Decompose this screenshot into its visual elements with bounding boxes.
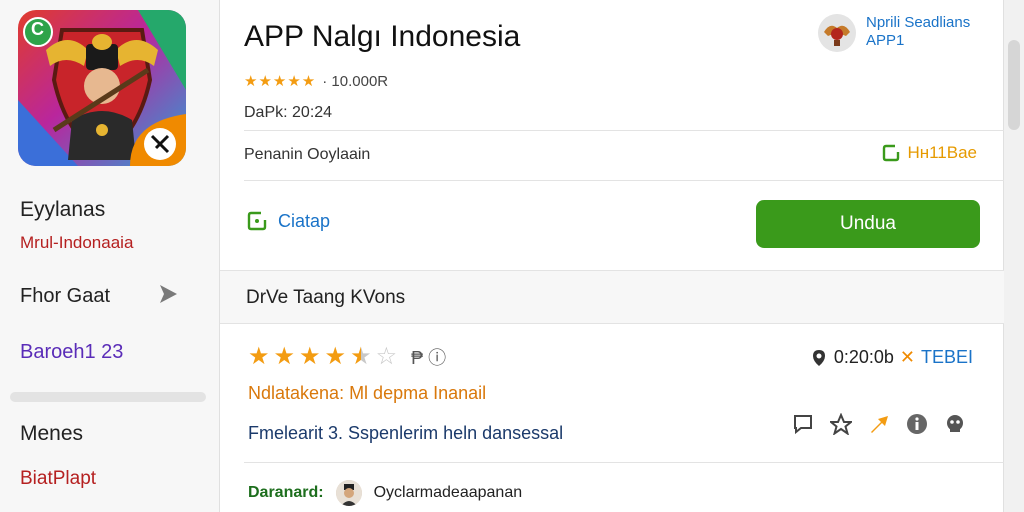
sidebar-divider [10, 392, 206, 402]
app-detail-card: APP Nalgı Indonesia ★★★★★ · 10.000R DaPk… [220, 0, 1004, 512]
divider [244, 180, 1004, 181]
review-meta-tag[interactable]: TEBEI [921, 347, 973, 368]
review-meta-value: 0:20:0b [833, 347, 894, 367]
star-half-icon: ★ [350, 343, 372, 370]
app-icon-badge: C [31, 19, 44, 39]
section-header: DrVe Taang KVons [220, 270, 1004, 324]
info-icon[interactable] [905, 412, 929, 436]
install-button[interactable]: Undua [756, 200, 980, 248]
publisher-sub: APP1 [866, 32, 905, 49]
review-body: Fmelearit 3. Sspenlerim heln dansessal [248, 423, 564, 443]
more-icon[interactable] [943, 412, 967, 436]
size-badge: Hн11Bae [881, 143, 977, 163]
pin-icon [812, 349, 825, 366]
open-icon [247, 211, 267, 231]
sidebar-row-label[interactable]: Fhor Gaat [20, 285, 110, 308]
star-icon: ★ [248, 343, 270, 370]
release-date: DaPk: 20:24 [244, 104, 333, 121]
user-avatar [335, 480, 362, 506]
close-icon[interactable]: ✕ [900, 347, 915, 368]
sidebar-menu-label[interactable]: Menes [20, 422, 83, 446]
divider [244, 462, 1004, 463]
review-extra-symbols: ₱ ⓘ [411, 348, 447, 368]
scrollbar[interactable] [1004, 0, 1024, 512]
publisher-name: Nprili Seadlians [866, 14, 971, 31]
sidebar-title: Eyylanas [20, 198, 106, 221]
open-link[interactable]: Ciatap [246, 210, 330, 232]
star-outline-icon: ☆ [375, 343, 398, 370]
divider [244, 130, 1004, 131]
review-meta: 0:20:0b ✕ TEBEI [810, 347, 973, 368]
star-outline-icon[interactable] [829, 412, 853, 436]
rating-count: · 10.000R [322, 72, 389, 90]
star-icon: ★ [299, 343, 321, 370]
sidebar: C Eyylanas Mrul-Indonaaia Fhor Gaat Baro… [0, 0, 220, 512]
review-highlight: Ndlatakena: Ml depma Inanail [248, 383, 487, 403]
share-icon[interactable] [867, 412, 891, 436]
sidebar-version-text: Baroeh1 23 [20, 341, 124, 363]
rating-row: ★★★★★ · 10.000R [244, 72, 389, 91]
download-label: Daranard: [248, 484, 324, 501]
review-actions [791, 412, 967, 436]
comment-icon[interactable] [791, 412, 815, 436]
download-row: Daranard: Oyclarmadeaapanan [248, 480, 522, 506]
developer-label[interactable]: Penanin Ooylaain [244, 146, 370, 164]
app-title: APP Nalgı Indonesia [244, 20, 521, 53]
sidebar-link[interactable]: BiatPlapt [20, 468, 96, 490]
star-icon: ★ [324, 343, 347, 370]
download-value[interactable]: Oyclarmadeaapanan [374, 484, 523, 502]
scrollbar-thumb[interactable] [1008, 40, 1020, 130]
section-title: DrVe Taang KVons [246, 287, 406, 308]
external-link-icon [883, 144, 900, 162]
open-link-label: Ciatap [278, 210, 331, 231]
app-icon[interactable]: C [18, 10, 186, 166]
sidebar-subtitle[interactable]: Mrul-Indonaaia [20, 233, 133, 253]
send-icon[interactable] [156, 282, 180, 306]
review-rating: ★ ★ ★ ★ ★ ☆ ₱ ⓘ [248, 344, 446, 370]
rating-stars: ★★★★★ [244, 73, 317, 90]
size-badge-text: Hн11Bae [907, 143, 977, 162]
publisher[interactable]: Nprili Seadlians APP1 [818, 14, 970, 52]
star-icon: ★ [273, 343, 296, 370]
publisher-avatar [818, 14, 856, 52]
